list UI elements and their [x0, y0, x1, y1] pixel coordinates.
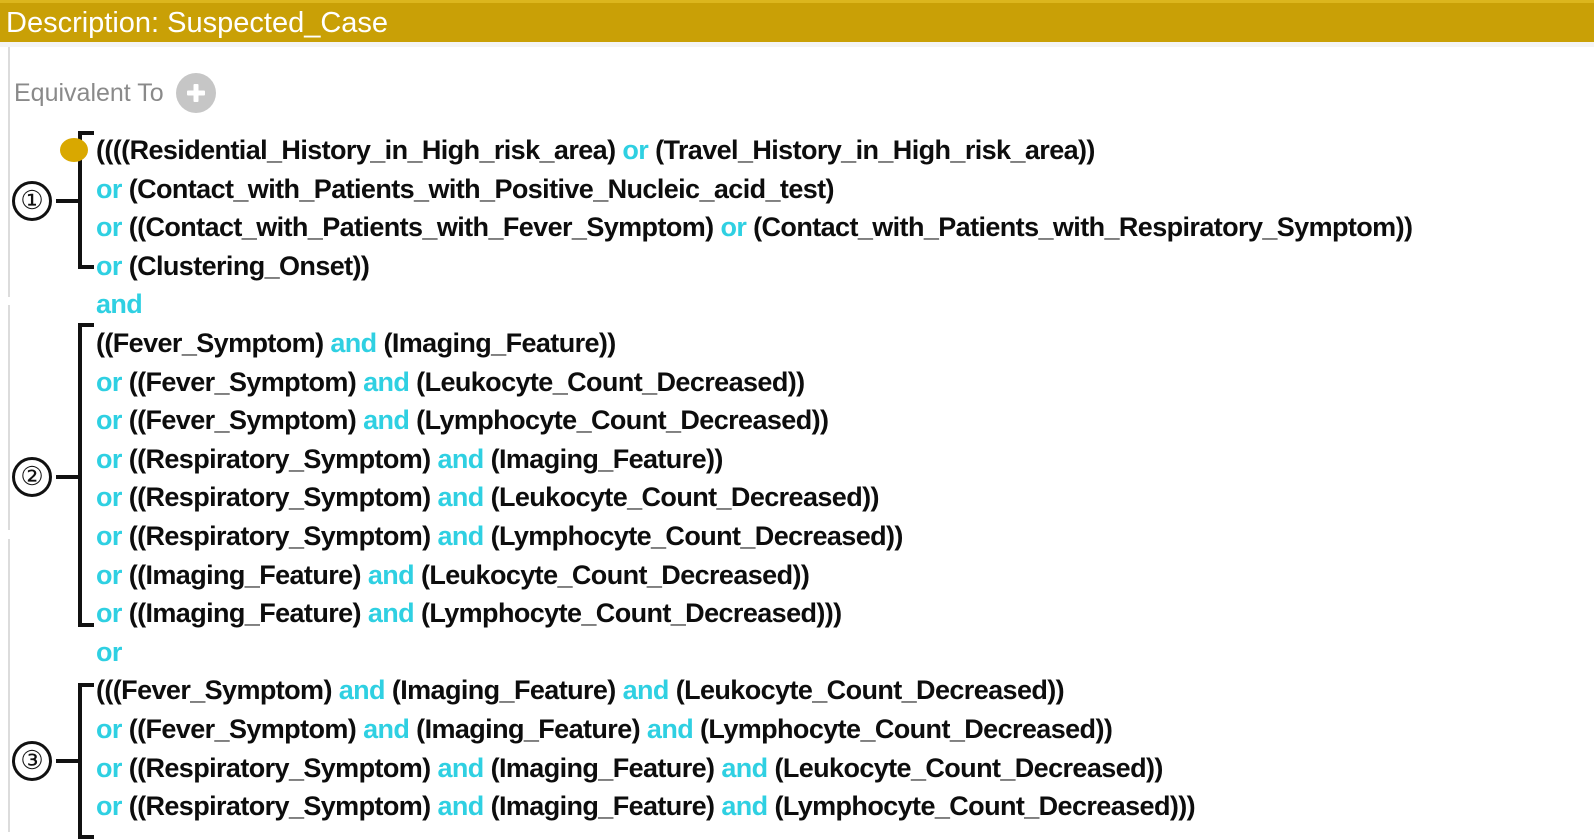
logic-keyword: and	[721, 791, 774, 821]
class-expression-token: (Imaging_Feature)	[416, 714, 647, 744]
class-expression-token: (((Fever_Symptom)	[96, 675, 339, 705]
equivalent-to-header: Equivalent To	[14, 73, 216, 113]
class-expression-token: ((Respiratory_Symptom)	[129, 482, 438, 512]
class-expression-token: (Travel_History_in_High_risk_area))	[655, 135, 1095, 165]
expression-marker-icon	[60, 138, 88, 162]
class-expression-token: (Leukocyte_Count_Decreased))	[416, 367, 804, 397]
logic-keyword: and	[96, 289, 142, 319]
expression-line[interactable]: or ((Imaging_Feature) and (Leukocyte_Cou…	[0, 556, 1594, 595]
class-expression-token: (Imaging_Feature))	[383, 328, 615, 358]
class-expression-token: (Lymphocyte_Count_Decreased)))	[421, 598, 842, 628]
logic-keyword: or	[96, 637, 122, 667]
class-expression-token: (Clustering_Onset))	[129, 251, 370, 281]
expression-line[interactable]: or ((Imaging_Feature) and (Lymphocyte_Co…	[0, 594, 1594, 633]
logic-keyword: or	[96, 753, 129, 783]
logic-keyword: or	[96, 174, 129, 204]
logic-keyword: and	[330, 328, 383, 358]
logic-keyword: or	[96, 560, 129, 590]
expression-line[interactable]: or ((Respiratory_Symptom) and (Imaging_F…	[0, 749, 1594, 788]
class-expression-token: (Imaging_Feature)	[491, 753, 722, 783]
add-equivalent-class-button[interactable]	[176, 73, 216, 113]
logic-keyword: or	[96, 251, 129, 281]
expression-line-list: ((((Residential_History_in_High_risk_are…	[0, 131, 1594, 826]
logic-keyword: or	[96, 212, 129, 242]
logic-keyword: and	[368, 560, 421, 590]
equivalent-to-panel: Equivalent To ① ② ③ ((((Residential_Hist…	[0, 47, 1594, 832]
expression-line[interactable]: or ((Respiratory_Symptom) and (Imaging_F…	[0, 440, 1594, 479]
expression-line[interactable]: or ((Respiratory_Symptom) and (Leukocyte…	[0, 478, 1594, 517]
class-expression-token: (Imaging_Feature)	[392, 675, 623, 705]
class-expression-token: (Lymphocyte_Count_Decreased))	[416, 405, 828, 435]
logic-keyword: and	[363, 367, 416, 397]
expression-line[interactable]: or ((Fever_Symptom) and (Lymphocyte_Coun…	[0, 401, 1594, 440]
class-expression-token: ((Fever_Symptom)	[129, 405, 363, 435]
page-title: Description: Suspected_Case	[6, 8, 388, 38]
class-expression-token: ((Respiratory_Symptom)	[129, 753, 438, 783]
expression-line[interactable]: ((Fever_Symptom) and (Imaging_Feature))	[0, 324, 1594, 363]
expression-line[interactable]: or ((Fever_Symptom) and (Imaging_Feature…	[0, 710, 1594, 749]
class-expression-token: ((Contact_with_Patients_with_Fever_Sympt…	[129, 212, 721, 242]
class-expression-token: (Lymphocyte_Count_Decreased))	[491, 521, 903, 551]
logic-keyword: or	[96, 405, 129, 435]
class-expression-token: (Lymphocyte_Count_Decreased))	[700, 714, 1112, 744]
logic-keyword: and	[721, 753, 774, 783]
class-expression-token: ((Imaging_Feature)	[129, 598, 368, 628]
class-expression-token: ((Fever_Symptom)	[129, 714, 363, 744]
logic-keyword: or	[720, 212, 753, 242]
class-expression-token: (Leukocyte_Count_Decreased))	[676, 675, 1064, 705]
logic-keyword: or	[622, 135, 655, 165]
class-expression-token: (Leukocyte_Count_Decreased))	[774, 753, 1162, 783]
expression-line[interactable]: or (Contact_with_Patients_with_Positive_…	[0, 170, 1594, 209]
logic-keyword: and	[623, 675, 676, 705]
logic-keyword: or	[96, 521, 129, 551]
expression-line[interactable]: or ((Contact_with_Patients_with_Fever_Sy…	[0, 208, 1594, 247]
class-expression-token: ((Respiratory_Symptom)	[129, 521, 438, 551]
logic-keyword: or	[96, 791, 129, 821]
logic-keyword: and	[437, 753, 490, 783]
description-panel: Description: Suspected_Case Equivalent T…	[0, 0, 1594, 832]
expression-line[interactable]: (((Fever_Symptom) and (Imaging_Feature) …	[0, 671, 1594, 710]
logic-keyword: and	[437, 444, 490, 474]
class-expression-token: (Leukocyte_Count_Decreased))	[491, 482, 879, 512]
expression-line[interactable]: or ((Respiratory_Symptom) and (Imaging_F…	[0, 787, 1594, 826]
class-expression-token: ((Respiratory_Symptom)	[129, 791, 438, 821]
logic-keyword: or	[96, 598, 129, 628]
expression-line[interactable]: or (Clustering_Onset))	[0, 247, 1594, 286]
logic-keyword: and	[647, 714, 700, 744]
class-expression-token: (Contact_with_Patients_with_Positive_Nuc…	[129, 174, 834, 204]
expression-line[interactable]: or ((Respiratory_Symptom) and (Lymphocyt…	[0, 517, 1594, 556]
class-expression-area: ① ② ③ ((((Residential_History_in_High_ri…	[0, 131, 1594, 826]
logic-keyword: and	[437, 521, 490, 551]
class-expression-token: (Contact_with_Patients_with_Respiratory_…	[753, 212, 1412, 242]
logic-keyword: and	[437, 482, 490, 512]
class-expression-token: ((((Residential_History_in_High_risk_are…	[96, 135, 622, 165]
logic-keyword: or	[96, 367, 129, 397]
logic-keyword: and	[437, 791, 490, 821]
expression-line[interactable]: or ((Fever_Symptom) and (Leukocyte_Count…	[0, 363, 1594, 402]
logic-keyword: and	[368, 598, 421, 628]
expression-line[interactable]: or	[0, 633, 1594, 672]
logic-keyword: and	[339, 675, 392, 705]
logic-keyword: or	[96, 482, 129, 512]
expression-line[interactable]: and	[0, 285, 1594, 324]
class-expression-token: ((Fever_Symptom)	[96, 328, 330, 358]
class-expression-token: ((Imaging_Feature)	[129, 560, 368, 590]
panel-title-bar: Description: Suspected_Case	[0, 0, 1594, 42]
class-expression-token: (Imaging_Feature)	[491, 791, 722, 821]
class-expression-token: ((Respiratory_Symptom)	[129, 444, 438, 474]
class-expression-token: (Imaging_Feature))	[491, 444, 723, 474]
logic-keyword: or	[96, 714, 129, 744]
logic-keyword: and	[363, 405, 416, 435]
logic-keyword: and	[363, 714, 416, 744]
logic-keyword: or	[96, 444, 129, 474]
equivalent-to-label: Equivalent To	[14, 80, 164, 106]
class-expression-token: (Leukocyte_Count_Decreased))	[421, 560, 809, 590]
expression-line[interactable]: ((((Residential_History_in_High_risk_are…	[0, 131, 1594, 170]
class-expression-token: ((Fever_Symptom)	[129, 367, 363, 397]
class-expression-token: (Lymphocyte_Count_Decreased)))	[774, 791, 1195, 821]
